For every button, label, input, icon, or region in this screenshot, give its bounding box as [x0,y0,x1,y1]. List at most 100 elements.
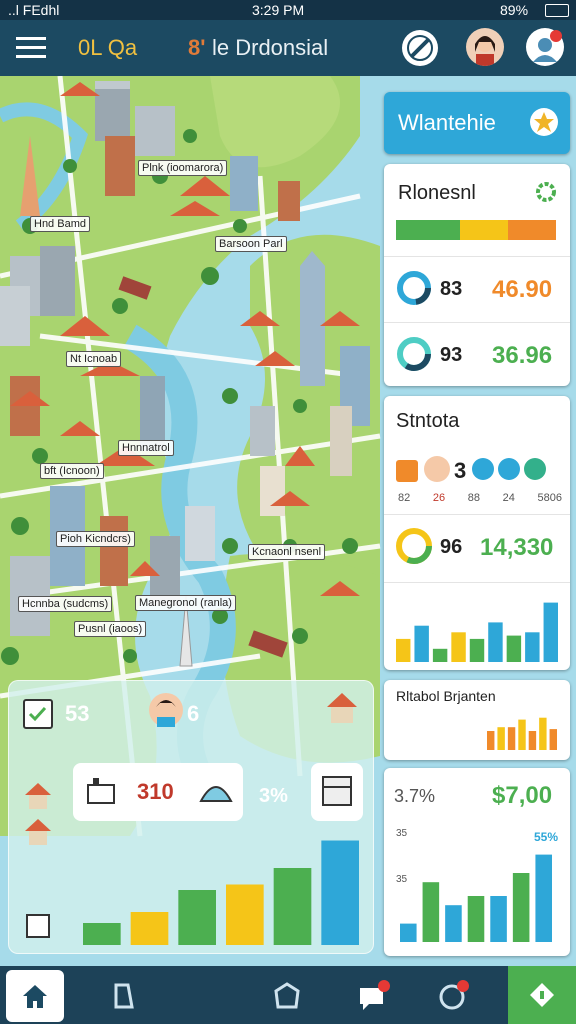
box-icon[interactable] [396,460,418,482]
map-label[interactable]: Kcnaonl nsenl [248,544,326,560]
revenue-card: Rltabol Brjanten [384,680,570,760]
chart-bar [487,731,495,750]
house-icon[interactable] [23,817,53,847]
stats-card: Stntota 3 82 26 88 24 5806 96 14,330 [384,396,570,670]
panel-header-title: Wlantehie [398,110,496,135]
donut-icon [396,270,432,306]
stats-count: 3 [454,458,467,483]
map-icon [114,983,134,1009]
small-value: 24 [502,492,515,504]
chart-bar [130,912,169,945]
home-button[interactable] [6,970,64,1022]
progress-segment-orange [508,220,556,240]
chart-bar [539,717,547,750]
clock-text: 3:29 PM [252,2,305,18]
chat-nav-button[interactable] [344,970,402,1022]
chart-bar [226,884,264,945]
map-label[interactable]: Plnk (ioomarora) [138,160,228,176]
chart-bar [432,648,448,662]
revenue-title: Rltabol Brjanten [396,688,496,704]
overview-bar-chart [83,840,359,945]
donut-icon [396,336,432,372]
crate-button[interactable] [311,763,363,821]
map-label[interactable]: Pioh Kicndcrs) [56,531,135,547]
chart-bar [518,719,526,750]
dome-icon [197,773,235,811]
avatar[interactable] [149,693,183,727]
checklist-icon[interactable] [23,699,53,729]
stats-title: Stntota [396,410,460,432]
resource-progress-bar [396,220,556,240]
map-nav-button[interactable] [94,970,152,1022]
badge-icon[interactable] [530,108,558,136]
finance-left: 3.7% [394,786,436,806]
compass-icon[interactable] [402,30,438,66]
chart-bar [321,840,359,945]
map-label[interactable]: bft (Icnoon) [40,463,104,479]
chart-bar [445,905,462,942]
menu-icon[interactable] [16,34,46,62]
resource-value-right: 46.90 [492,276,553,303]
drop-icon[interactable] [498,458,520,480]
chart-bar [512,873,530,942]
map-label[interactable]: Hcnnba (sudcms) [18,596,113,612]
chart-bar [467,896,485,942]
map-label[interactable]: Barsoon Parl [215,236,287,252]
gem-icon[interactable] [524,458,546,480]
stats-value-right: 14,330 [480,534,554,561]
small-value: 82 [398,492,411,504]
map-label[interactable]: Manegronol (ranla) [135,595,236,611]
resource-value-right: 36.96 [492,342,553,369]
building-icon[interactable] [23,909,53,939]
chart-bar [178,890,216,945]
city-overview-panel: 53 6 310 3% [8,680,374,954]
production-value: 310 [137,779,174,804]
bottom-nav [0,966,576,1024]
chart-bar [451,632,466,662]
overview-score-2: 6 [187,701,200,726]
profile-notification-icon[interactable] [526,28,564,66]
stats-value-left: 96 [440,536,463,558]
resources-title: Rlonesnl [398,182,476,204]
progress-segment-green [396,220,460,240]
top-bar: 0L Qa 8' le Drdonsial [0,20,576,76]
map-label[interactable]: Hnnnatrol [118,440,174,456]
gear-icon[interactable] [534,180,558,204]
house-icon[interactable] [325,691,359,725]
chart-bar [497,727,505,750]
map-label[interactable]: Pusnl (iaoos) [74,621,147,637]
bar-chart-a [396,602,558,662]
drop-icon[interactable] [472,458,494,480]
chart-bar [549,729,557,750]
finance-right: $7,00 [492,782,553,809]
carrier-text: ..l FEdhl [8,2,60,18]
small-value: 88 [467,492,480,504]
app-title: le Drdonsial [212,35,329,60]
chart-bar [506,635,522,662]
battery-text: 89% [500,2,529,18]
chart-bar [490,896,507,942]
chart-bar [414,625,429,662]
refresh-nav-button[interactable] [424,970,482,1022]
map-label[interactable]: Nt Icnoab [66,351,122,367]
production-card[interactable]: 310 [73,763,243,821]
chart-bar [507,727,516,750]
bar-chart-b [487,717,557,750]
build-nav-button[interactable] [258,970,316,1022]
small-value: 5806 [537,492,562,504]
donut-icon [394,526,434,566]
house-icon[interactable] [23,781,53,811]
chart-bar [422,882,440,942]
action-button[interactable] [508,966,576,1024]
overview-score: 53 [65,701,90,726]
avatar[interactable] [466,28,504,66]
panel-header[interactable]: Wlantehie [384,92,570,154]
avatar[interactable] [424,456,450,482]
axis-label: 35 [396,828,408,839]
chart-bar [400,923,417,942]
chart-bar [273,868,312,945]
chart-bar [488,622,503,662]
chat-icon [360,980,390,1010]
chart-bar [83,923,121,945]
map-label[interactable]: Hnd Bamd [30,216,90,232]
